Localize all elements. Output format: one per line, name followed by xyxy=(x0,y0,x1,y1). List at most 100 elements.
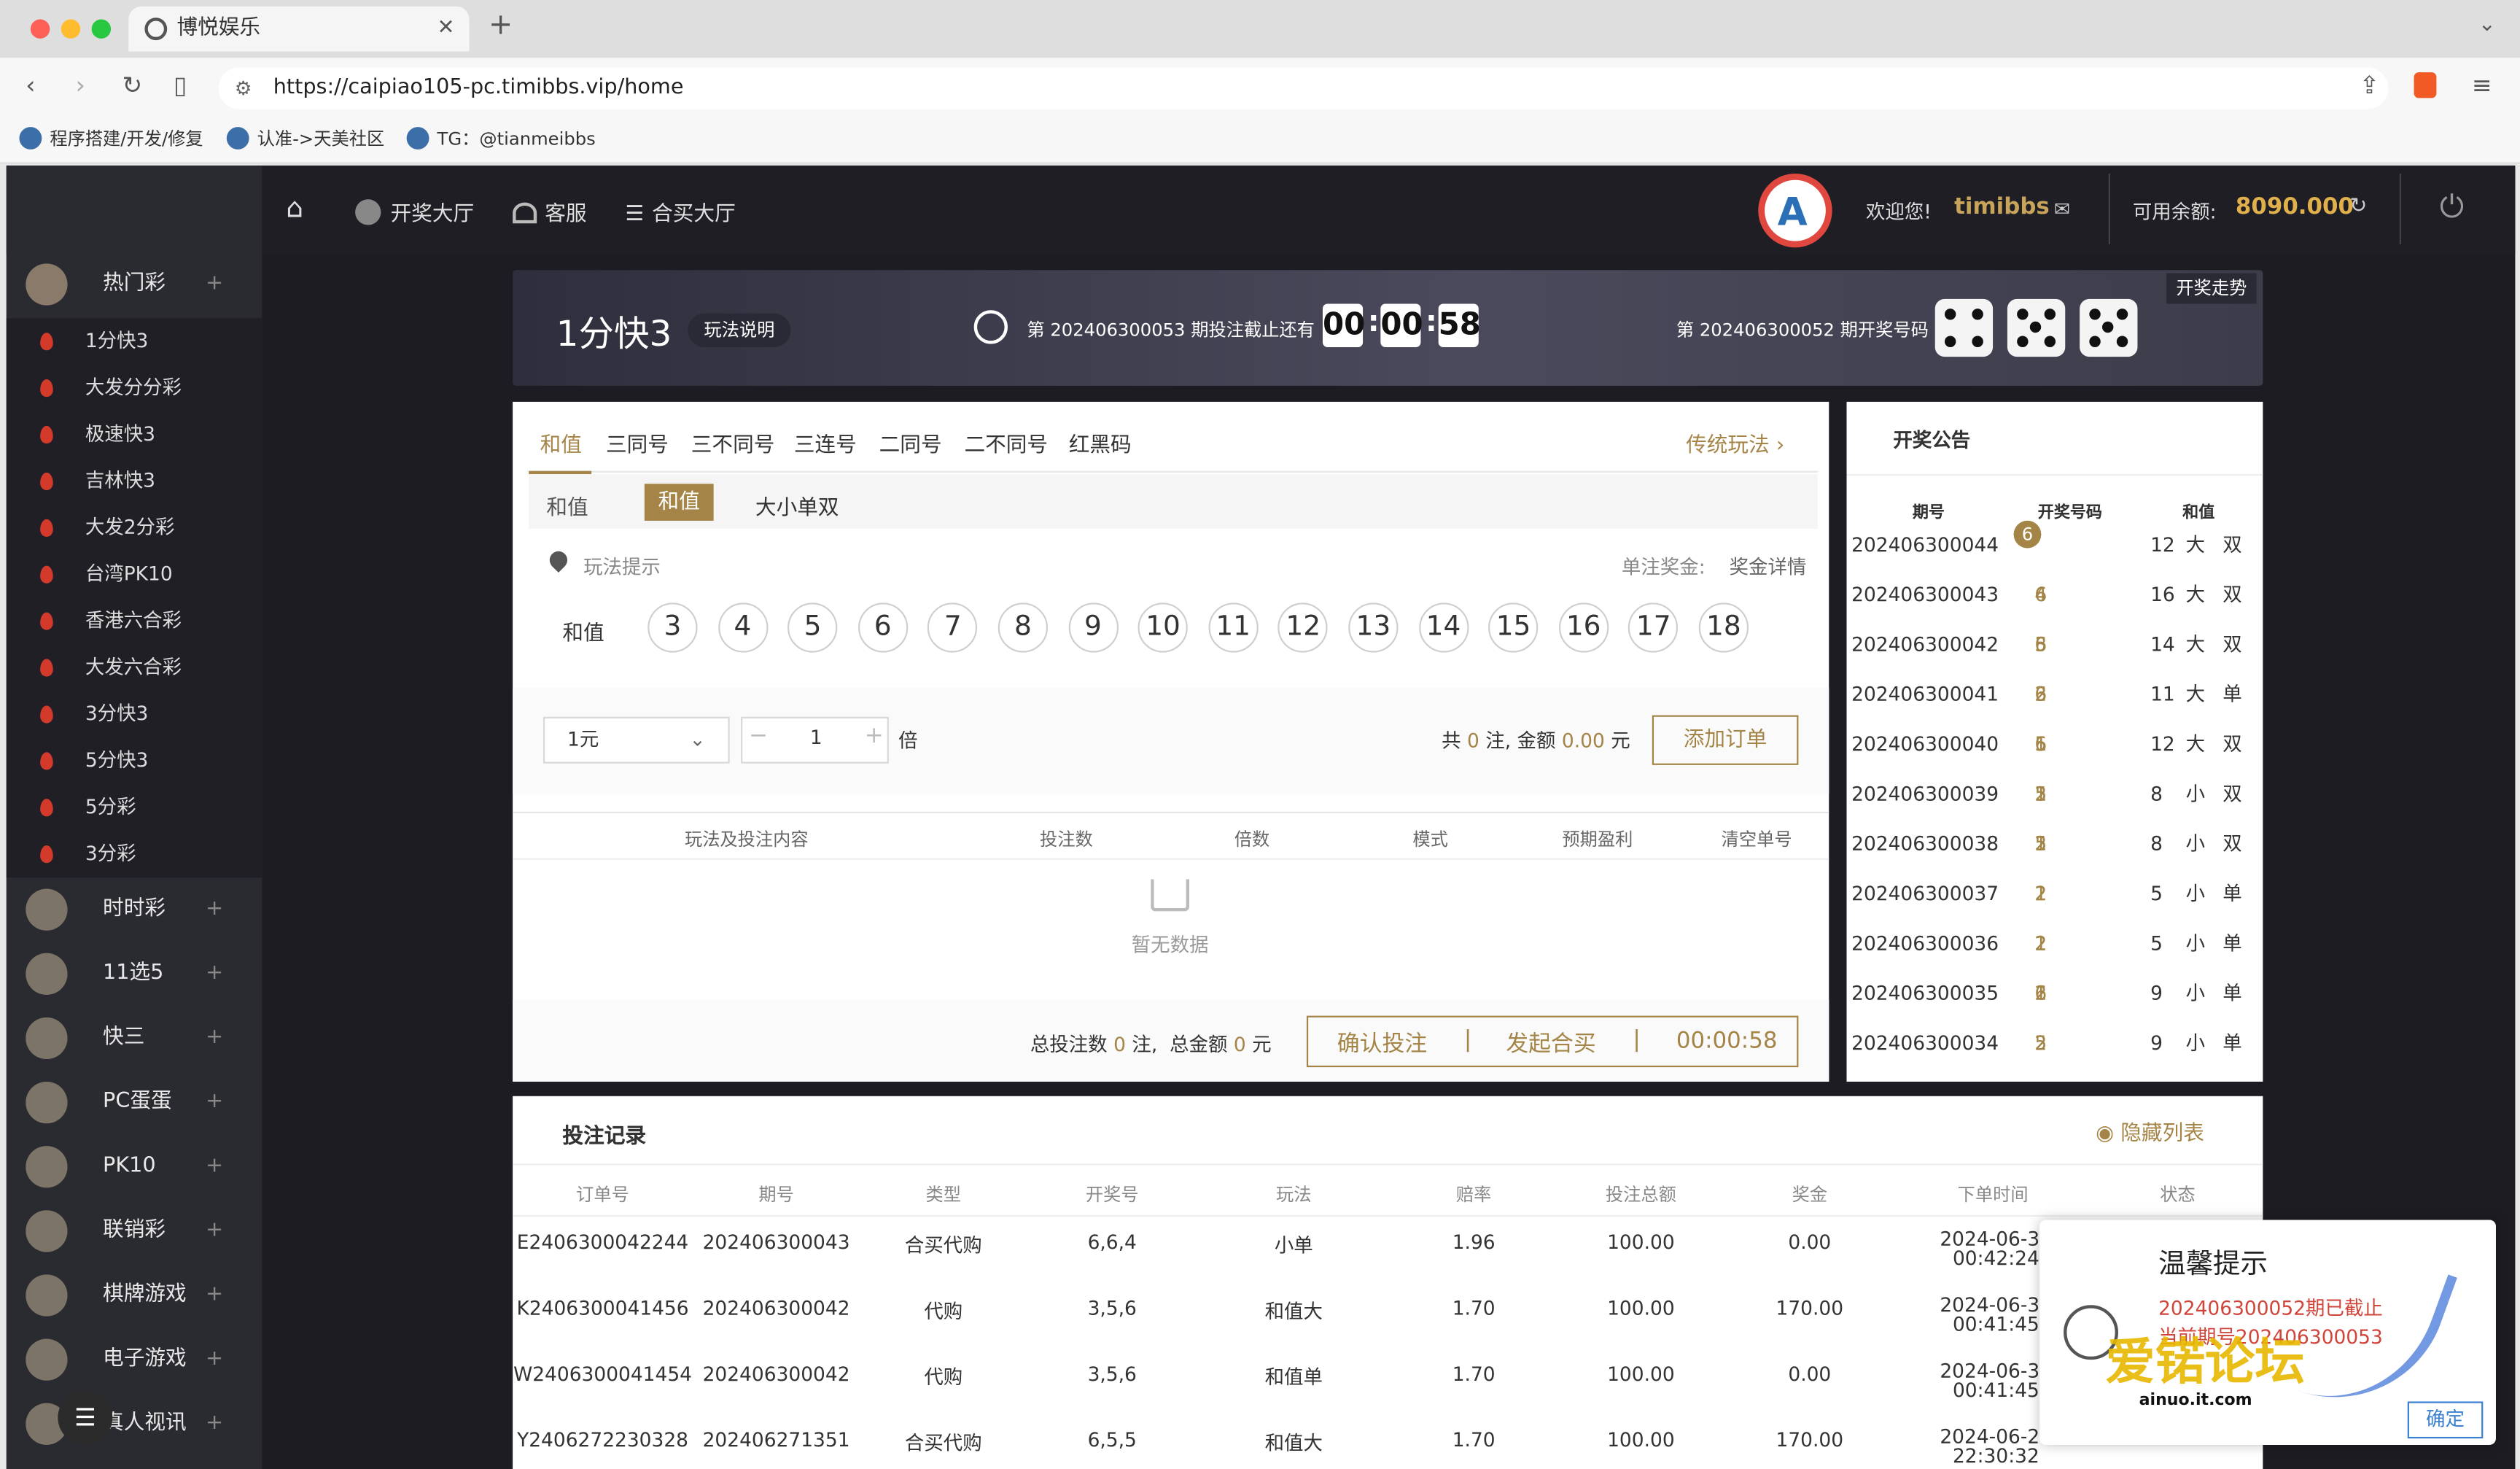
sidebar-category-7[interactable]: 电子游戏 + xyxy=(7,1329,262,1390)
minimize-window-button[interactable] xyxy=(61,19,81,39)
hide-list-button[interactable]: ◉ 隐藏列表 xyxy=(2096,1115,2204,1146)
divider xyxy=(513,858,1829,860)
url-input[interactable]: ⚙ https://caipiao105-pc.timibbs.vip/home xyxy=(218,67,2389,109)
sidebar-item-hot-6[interactable]: 香港六合彩 xyxy=(6,597,262,645)
number-ball[interactable]: 15 xyxy=(1488,602,1539,653)
bookmark-icon[interactable]: ▯ xyxy=(174,71,187,100)
category-icon xyxy=(26,888,68,931)
float-menu-button[interactable]: ☰ xyxy=(58,1390,113,1445)
refresh-balance-icon[interactable]: ↻ xyxy=(2349,195,2367,219)
sidebar-item-hot-9[interactable]: 5分快3 xyxy=(6,737,262,785)
menu-icon[interactable]: ≡ xyxy=(2472,71,2492,100)
sidebar-item-hot-5[interactable]: 台湾PK10 xyxy=(6,551,262,598)
order-col-header[interactable]: 清空单号 xyxy=(1722,826,1792,852)
new-tab-icon[interactable]: + xyxy=(489,8,513,42)
number-ball[interactable]: 8 xyxy=(998,602,1049,653)
record-cell-bonus: 170.00 xyxy=(1776,1428,1844,1451)
sidebar-category-3[interactable]: PC蛋蛋 + xyxy=(7,1072,262,1133)
sidebar-category-2[interactable]: 快三 + xyxy=(7,1008,262,1069)
add-order-button[interactable]: 添加订单 xyxy=(1652,715,1799,765)
play-tab-1[interactable]: 三同号 xyxy=(606,427,669,458)
sidebar-item-hot-8[interactable]: 3分快3 xyxy=(6,691,262,738)
play-tab-2[interactable]: 三不同号 xyxy=(691,427,775,458)
nav-service[interactable]: 客服 xyxy=(513,196,587,227)
ann-size: 大 xyxy=(2185,583,2206,606)
bookmark-item-3[interactable]: TG：@tianmeibbs xyxy=(406,125,596,155)
sidebar-item-hot-1[interactable]: 大发分分彩 xyxy=(6,365,262,412)
subtab-sum[interactable]: 和值 xyxy=(644,484,714,521)
forward-icon[interactable]: › xyxy=(76,71,85,100)
alarm-clock-icon xyxy=(973,310,1008,344)
number-ball[interactable]: 4 xyxy=(718,602,768,653)
site-settings-icon[interactable]: ⚙ xyxy=(235,68,252,109)
unit-select[interactable]: 1元 ⌄ xyxy=(542,716,730,764)
traditional-play-link[interactable]: 传统玩法 › xyxy=(1686,427,1784,458)
draw-number: 2 xyxy=(2034,932,2048,955)
bookmark-item-1[interactable]: 程序搭建/开发/修复 xyxy=(19,125,203,155)
prize-detail-link[interactable]: 奖金详情 xyxy=(1730,553,1807,580)
sidebar-item-hot-0[interactable]: 1分快3 xyxy=(6,318,262,365)
home-icon[interactable]: ⌂ xyxy=(286,193,303,225)
sidebar-item-hot-10[interactable]: 5分彩 xyxy=(6,784,262,832)
browser-tab[interactable]: 博悦娱乐 ✕ xyxy=(128,6,470,52)
plus-button[interactable]: + xyxy=(865,724,884,749)
close-tab-icon[interactable]: ✕ xyxy=(438,7,455,52)
sidebar-item-hot-2[interactable]: 极速快3 xyxy=(6,411,262,458)
group-buy-button[interactable]: 发起合买 xyxy=(1506,1027,1595,1059)
sidebar-category-8[interactable]: 真人视讯 + xyxy=(7,1393,262,1454)
last-issue-text: 第 202406300052 期开奖号码 xyxy=(1676,319,1929,341)
submit-countdown: 00:00:58 xyxy=(1676,1028,1778,1055)
popup-ok-button[interactable]: 确定 xyxy=(2407,1401,2484,1439)
play-tab-0[interactable]: 和值 xyxy=(540,427,582,458)
trend-link[interactable]: 开奖走势 xyxy=(2166,273,2257,304)
back-icon[interactable]: ‹ xyxy=(26,71,35,100)
tab-list-icon[interactable]: ⌄ xyxy=(2478,13,2496,37)
play-tab-3[interactable]: 三连号 xyxy=(794,427,857,458)
confirm-bet-button[interactable]: 确认投注 xyxy=(1337,1027,1427,1059)
rules-button[interactable]: 玩法说明 xyxy=(688,313,791,347)
sidebar-item-hot-3[interactable]: 吉林快3 xyxy=(6,457,262,505)
nav-draw-hall[interactable]: 开奖大厅 xyxy=(355,196,474,227)
number-ball[interactable]: 10 xyxy=(1138,602,1189,653)
site-icon xyxy=(406,127,429,150)
flame-icon xyxy=(40,472,53,491)
sidebar-item-hot-4[interactable]: 大发2分彩 xyxy=(6,504,262,551)
play-tab-4[interactable]: 二同号 xyxy=(879,427,942,458)
sidebar-category-1[interactable]: 11选5 + xyxy=(7,943,262,1004)
multiple-input[interactable]: 1 xyxy=(810,726,822,749)
sidebar-item-hot-7[interactable]: 大发六合彩 xyxy=(6,644,262,691)
close-window-button[interactable] xyxy=(30,19,50,39)
sidebar-item-hot-11[interactable]: 3分彩 xyxy=(6,831,262,878)
fire-badge-icon xyxy=(26,263,68,306)
sidebar-category-6[interactable]: 棋牌游戏 + xyxy=(7,1265,262,1326)
number-ball[interactable]: 14 xyxy=(1418,602,1469,653)
tab-title: 博悦娱乐 xyxy=(176,16,261,41)
mail-icon[interactable]: ✉ xyxy=(2054,198,2070,220)
avatar[interactable]: A xyxy=(1758,173,1832,248)
number-ball[interactable]: 9 xyxy=(1068,602,1119,653)
number-ball[interactable]: 16 xyxy=(1558,602,1609,653)
sidebar-category-4[interactable]: PK10 + xyxy=(7,1136,262,1198)
number-ball[interactable]: 5 xyxy=(788,602,838,653)
maximize-window-button[interactable] xyxy=(91,19,112,39)
number-ball[interactable]: 3 xyxy=(648,602,698,653)
subtab-big-small[interactable]: 大小单双 xyxy=(755,490,839,521)
play-tab-6[interactable]: 红黑码 xyxy=(1069,427,1132,458)
reload-icon[interactable]: ↻ xyxy=(122,71,143,100)
brave-shield-icon[interactable] xyxy=(2414,72,2437,98)
nav-group-buy[interactable]: ☰ 合买大厅 xyxy=(625,196,735,227)
number-ball[interactable]: 6 xyxy=(858,602,908,653)
share-icon[interactable]: ⇪ xyxy=(2360,71,2380,100)
sidebar-category-5[interactable]: 联销彩 + xyxy=(7,1201,262,1262)
bookmark-item-2[interactable]: 认准->天美社区 xyxy=(226,125,384,155)
username[interactable]: timibbs xyxy=(1954,195,2050,220)
power-icon[interactable]: ⏻ xyxy=(2440,190,2464,225)
number-ball[interactable]: 18 xyxy=(1698,602,1749,653)
play-tab-5[interactable]: 二不同号 xyxy=(964,427,1048,458)
sidebar-category-hot[interactable]: 热门彩 + xyxy=(7,254,262,315)
play-hint[interactable]: 玩法提示 xyxy=(583,553,661,580)
number-ball[interactable]: 11 xyxy=(1208,602,1259,653)
minus-button[interactable]: − xyxy=(749,724,768,749)
sidebar-category-0[interactable]: 时时彩 + xyxy=(7,879,262,940)
number-ball[interactable]: 13 xyxy=(1348,602,1399,653)
